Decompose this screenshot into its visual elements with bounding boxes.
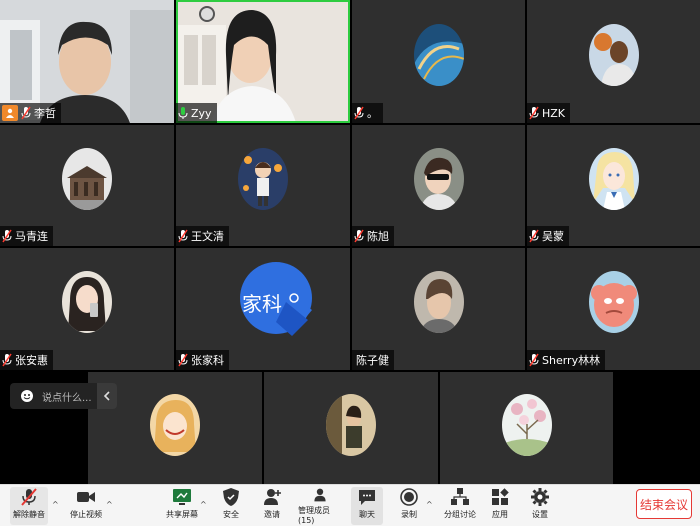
audio-options-caret[interactable]: ^ <box>52 500 59 509</box>
participant-nametag: 陈旭 <box>352 226 394 246</box>
security-button[interactable]: 安全 <box>218 487 244 525</box>
participant-nametag: HZK <box>527 103 571 123</box>
chat-placeholder: 说点什么... <box>42 392 92 404</box>
participant-name: Sherry林林 <box>542 354 601 367</box>
participant-avatar <box>589 24 639 86</box>
participant-avatar <box>414 148 464 210</box>
participant-avatar <box>150 394 200 456</box>
emoji-icon[interactable] <box>20 389 34 403</box>
mic-muted-icon <box>21 488 37 506</box>
mic-muted-icon <box>529 229 539 243</box>
participant-avatar <box>414 24 464 86</box>
shield-icon <box>223 488 239 506</box>
participant-nametag: 陈子健 <box>352 350 394 370</box>
unmute-button[interactable]: 解除静音 <box>10 487 48 525</box>
participant-nametag: 吴蒙 <box>527 226 569 246</box>
video-tile-11[interactable]: 陈子健 <box>352 248 525 370</box>
participant-nametag: Sherry林林 <box>527 350 606 370</box>
video-tile-3[interactable]: 。 <box>352 0 525 123</box>
breakout-rooms-icon <box>451 488 469 505</box>
participant-nametag: Zyy <box>176 103 217 123</box>
mic-muted-icon <box>2 229 12 243</box>
mic-muted-icon <box>354 106 364 120</box>
invite-button[interactable]: 邀请 <box>259 487 285 525</box>
participant-nametag: 。 <box>352 103 383 123</box>
participant-name: 吴蒙 <box>542 230 564 243</box>
share-screen-button[interactable]: 共享屏幕 <box>164 487 200 525</box>
participant-avatar <box>62 271 112 333</box>
chat-bubble-icon <box>359 490 375 505</box>
video-grid: 李哲 Zyy 。 HZK 马青连 王文清 陈旭 吴蒙 张安惠 家科 张家科 陈子… <box>0 0 700 370</box>
participant-avatar <box>589 148 639 210</box>
video-tile-9[interactable]: 张安惠 <box>0 248 174 370</box>
video-tile-6[interactable]: 王文清 <box>176 125 350 246</box>
participant-nametag: 张家科 <box>176 350 229 370</box>
video-tile-10[interactable]: 家科 张家科 <box>176 248 350 370</box>
participant-avatar <box>62 148 112 210</box>
participant-nametag: 马青连 <box>0 226 53 246</box>
mic-muted-icon <box>354 229 364 243</box>
participant-avatar <box>502 394 552 456</box>
video-tile-2-active-speaker[interactable]: Zyy <box>176 0 350 123</box>
participant-name: 王文清 <box>191 230 224 243</box>
collapse-chat-button[interactable] <box>97 383 117 409</box>
mic-muted-icon <box>178 353 188 367</box>
mic-muted-icon <box>178 229 188 243</box>
participant-nametag: 张安惠 <box>0 350 53 370</box>
chat-button[interactable]: 聊天 <box>351 487 383 525</box>
stop-video-button[interactable]: 停止视频 <box>66 487 106 525</box>
share-options-caret[interactable]: ^ <box>200 500 207 509</box>
share-screen-icon <box>173 489 191 505</box>
video-tile-1[interactable]: 李哲 <box>0 0 174 123</box>
mic-muted-icon <box>21 106 31 120</box>
participant-avatar <box>589 271 639 333</box>
mic-muted-icon <box>529 106 539 120</box>
participant-name: HZK <box>542 106 566 120</box>
participant-name: 李哲 <box>34 107 56 120</box>
participant-name: Zyy <box>191 106 212 120</box>
participant-avatar <box>414 271 464 333</box>
manage-members-button[interactable]: 管理成员(15) <box>298 487 342 525</box>
video-camera-icon <box>77 492 95 502</box>
apps-button[interactable]: 应用 <box>487 487 513 525</box>
avatar-text: 家科 <box>242 292 282 316</box>
add-user-icon <box>264 489 281 505</box>
participant-name: 张安惠 <box>15 354 48 367</box>
gear-icon <box>531 488 549 506</box>
participant-avatar: 家科 <box>238 260 318 340</box>
video-options-caret[interactable]: ^ <box>106 500 113 509</box>
participant-avatar <box>238 148 288 210</box>
participant-nametag: 李哲 <box>0 103 61 123</box>
chevron-left-icon <box>103 391 110 401</box>
participant-name: 。 <box>367 107 378 120</box>
end-meeting-button[interactable]: 结束会议 <box>636 489 692 519</box>
record-options-caret[interactable]: ^ <box>426 500 433 509</box>
video-tile-8[interactable]: 吴蒙 <box>527 125 700 246</box>
breakout-rooms-button[interactable]: 分组讨论 <box>442 487 478 525</box>
meeting-toolbar: 解除静音 ^ 停止视频 ^ 共享屏幕 ^ 安全 邀请 管理成员(15) 聊天 录… <box>0 484 700 526</box>
mic-active-icon <box>178 107 188 119</box>
video-tile-14[interactable] <box>264 372 438 487</box>
settings-button[interactable]: 设置 <box>527 487 553 525</box>
mic-muted-icon <box>2 353 12 367</box>
record-icon <box>400 488 418 506</box>
participant-avatar <box>326 394 376 456</box>
video-tile-12[interactable]: Sherry林林 <box>527 248 700 370</box>
host-badge-icon <box>2 105 18 121</box>
record-button[interactable]: 录制 <box>396 487 422 525</box>
video-tile-5[interactable]: 马青连 <box>0 125 174 246</box>
participant-name: 陈旭 <box>367 230 389 243</box>
members-icon <box>314 488 326 502</box>
participant-name: 张家科 <box>191 354 224 367</box>
video-tile-7[interactable]: 陈旭 <box>352 125 525 246</box>
video-tile-4[interactable]: HZK <box>527 0 700 123</box>
apps-icon <box>492 488 509 505</box>
participant-name: 马青连 <box>15 230 48 243</box>
participant-name: 陈子健 <box>356 354 389 367</box>
mic-muted-icon <box>529 353 539 367</box>
video-tile-15[interactable] <box>440 372 613 487</box>
participant-nametag: 王文清 <box>176 226 229 246</box>
